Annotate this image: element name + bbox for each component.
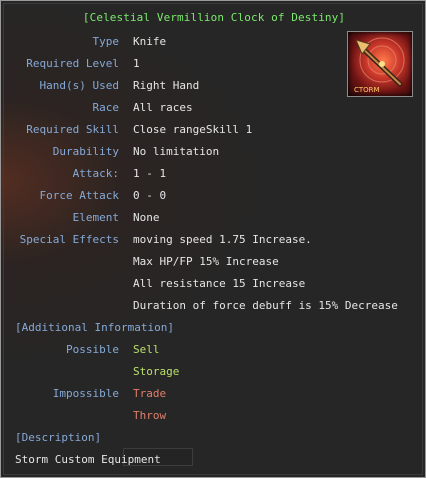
row-element: Element None — [1, 211, 425, 229]
row-possible-2: Storage — [1, 365, 425, 383]
description-text: Storm Custom Equipment — [15, 453, 161, 466]
row-attack: Attack: 1 - 1 — [1, 167, 425, 185]
row-impossible-1: Impossible Trade — [1, 387, 425, 405]
required-level-value: 1 — [133, 57, 140, 70]
row-special-effect-1: Special Effects moving speed 1.75 Increa… — [1, 233, 425, 251]
impossible-label: Impossible — [52, 387, 119, 400]
row-special-effect-3: All resistance 15 Increase — [1, 277, 425, 295]
special-effects-label: Special Effects — [19, 233, 119, 246]
special-effect-value: Max HP/FP 15% Increase — [133, 255, 279, 268]
impossible-value: Trade — [133, 387, 167, 400]
possible-value: Storage — [133, 365, 180, 378]
durability-label: Durability — [52, 145, 119, 158]
description-header: [Description] — [15, 431, 102, 444]
row-durability: Durability No limitation — [1, 145, 425, 163]
row-impossible-2: Throw — [1, 409, 425, 427]
row-hands-used: Hand(s) Used Right Hand — [1, 79, 425, 97]
force-attack-value: 0 - 0 — [133, 189, 167, 202]
item-tooltip: [Celestial Vermillion Clock of Destiny] … — [0, 0, 426, 478]
element-label: Element — [72, 211, 119, 224]
attack-label: Attack: — [72, 167, 119, 180]
impossible-value: Throw — [133, 409, 167, 422]
row-special-effect-2: Max HP/FP 15% Increase — [1, 255, 425, 273]
durability-value: No limitation — [133, 145, 220, 158]
special-effect-value: Duration of force debuff is 15% Decrease — [133, 299, 398, 312]
additional-information-header: [Additional Information] — [15, 321, 174, 334]
race-label: Race — [92, 101, 120, 114]
special-effect-value: moving speed 1.75 Increase. — [133, 233, 312, 246]
type-label: Type — [92, 35, 120, 48]
item-title: [Celestial Vermillion Clock of Destiny] — [82, 11, 346, 24]
row-required-level: Required Level 1 — [1, 57, 425, 75]
element-value: None — [133, 211, 160, 224]
row-race: Race All races — [1, 101, 425, 119]
possible-value: Sell — [133, 343, 160, 356]
row-force-attack: Force Attack 0 - 0 — [1, 189, 425, 207]
required-level-label: Required Level — [26, 57, 119, 70]
hands-used-value: Right Hand — [133, 79, 200, 92]
force-attack-label: Force Attack — [39, 189, 119, 202]
row-possible-1: Possible Sell — [1, 343, 425, 361]
type-value: Knife — [133, 35, 167, 48]
attack-value: 1 - 1 — [133, 167, 167, 180]
race-value: All races — [133, 101, 193, 114]
required-skill-value: Close rangeSkill 1 — [133, 123, 253, 136]
special-effect-value: All resistance 15 Increase — [133, 277, 306, 290]
required-skill-label: Required Skill — [26, 123, 119, 136]
row-required-skill: Required Skill Close rangeSkill 1 — [1, 123, 425, 141]
possible-label: Possible — [66, 343, 119, 356]
row-special-effect-4: Duration of force debuff is 15% Decrease — [1, 299, 425, 317]
hands-used-label: Hand(s) Used — [39, 79, 119, 92]
row-type: Type Knife — [1, 35, 425, 53]
